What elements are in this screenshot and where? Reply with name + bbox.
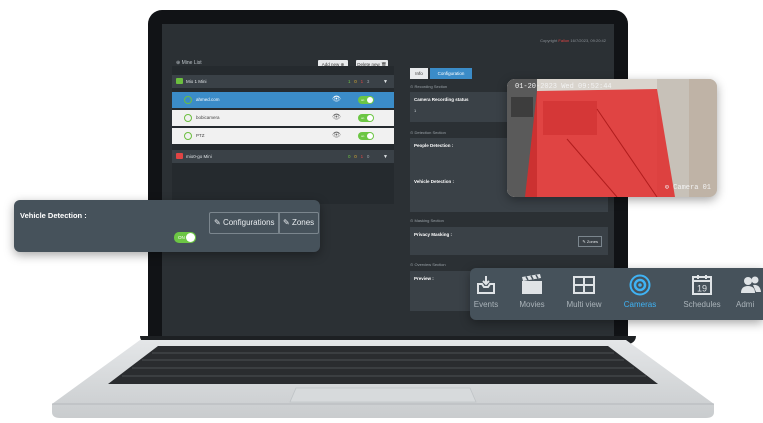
camera-row[interactable]: bobicamera 👁 on bbox=[172, 110, 394, 126]
group-row[interactable]: mio0-go Mini 0 0 1 0 ▼ bbox=[172, 150, 394, 163]
nav-item-schedules[interactable]: 19 Schedules bbox=[674, 268, 730, 320]
camera-live-view[interactable]: 01-20-2023 Wed 09:52:44 ⊙ Camera 01 bbox=[507, 79, 717, 197]
nav-item-admin[interactable]: Admi bbox=[736, 268, 763, 320]
group-counts: 1 0 1 3 bbox=[348, 79, 370, 84]
laptop-keyboard-deck bbox=[52, 340, 714, 418]
camera-icon bbox=[184, 132, 192, 140]
main-nav-bar: Events Movies Multi view Cameras 19 Sche… bbox=[470, 268, 763, 320]
privacy-masking-card: Privacy Masking : ✎ Zones bbox=[410, 227, 608, 255]
section-header: ⊙ Masking Section bbox=[410, 218, 444, 223]
camera-icon bbox=[184, 96, 192, 104]
camera-name-label: ⊙ Camera 01 bbox=[664, 184, 711, 192]
camera-toggle[interactable]: on bbox=[358, 114, 374, 122]
camera-row[interactable]: ahmed.com 👁 on bbox=[172, 92, 394, 108]
eye-icon[interactable]: 👁 bbox=[332, 113, 341, 121]
eye-icon[interactable]: 👁 bbox=[332, 131, 341, 139]
vehicle-detection-popup: Vehicle Detection : ON ✎ Configurations … bbox=[14, 200, 320, 252]
nav-item-cameras[interactable]: Cameras bbox=[616, 268, 664, 320]
zones-button[interactable]: ✎ Zones bbox=[578, 236, 602, 247]
movies-icon bbox=[522, 274, 542, 294]
multi-view-icon bbox=[573, 276, 595, 294]
camera-row[interactable]: PTZ 👁 on bbox=[172, 128, 394, 144]
schedules-icon: 19 bbox=[692, 275, 712, 295]
camera-timestamp: 01-20-2023 Wed 09:52:44 bbox=[515, 83, 612, 91]
camera-icon bbox=[184, 114, 192, 122]
camera-toggle[interactable]: on bbox=[358, 132, 374, 140]
nav-item-events[interactable]: Events bbox=[470, 268, 502, 320]
copyright-text: Copyright Fallon 16/7/2023, 09:20:42 bbox=[540, 38, 606, 43]
vehicle-detection-toggle[interactable]: ON bbox=[174, 232, 196, 243]
section-header: ⊙ Overview Section bbox=[410, 262, 446, 267]
svg-text:19: 19 bbox=[697, 284, 707, 294]
group-row[interactable]: Mio 1 Mini 1 0 1 3 ▼ bbox=[172, 75, 394, 88]
edit-icon: ✎ bbox=[283, 218, 290, 227]
cameras-icon bbox=[629, 274, 651, 296]
chevron-down-icon[interactable]: ▼ bbox=[383, 154, 388, 160]
tab-info[interactable]: Info bbox=[410, 68, 428, 79]
events-icon bbox=[477, 276, 495, 294]
group-icon bbox=[176, 153, 183, 159]
camera-toggle[interactable]: on bbox=[358, 96, 374, 104]
admin-icon bbox=[741, 276, 761, 293]
tab-configuration[interactable]: Configuration bbox=[430, 68, 472, 79]
vehicle-detection-title: Vehicle Detection : bbox=[20, 211, 87, 220]
edit-icon: ✎ bbox=[214, 218, 221, 227]
group-counts: 0 0 1 0 bbox=[348, 154, 370, 159]
nav-item-movies[interactable]: Movies bbox=[510, 268, 554, 320]
group-icon bbox=[176, 78, 183, 84]
chevron-down-icon[interactable]: ▼ bbox=[383, 79, 388, 85]
nav-item-multi-view[interactable]: Multi view bbox=[560, 268, 608, 320]
zones-button[interactable]: ✎ Zones bbox=[278, 212, 320, 234]
eye-icon[interactable]: 👁 bbox=[332, 95, 341, 103]
camera-feed-image bbox=[507, 79, 717, 197]
configurations-button[interactable]: ✎ Configurations bbox=[209, 212, 280, 234]
camera-icon: ⊙ bbox=[664, 184, 669, 192]
